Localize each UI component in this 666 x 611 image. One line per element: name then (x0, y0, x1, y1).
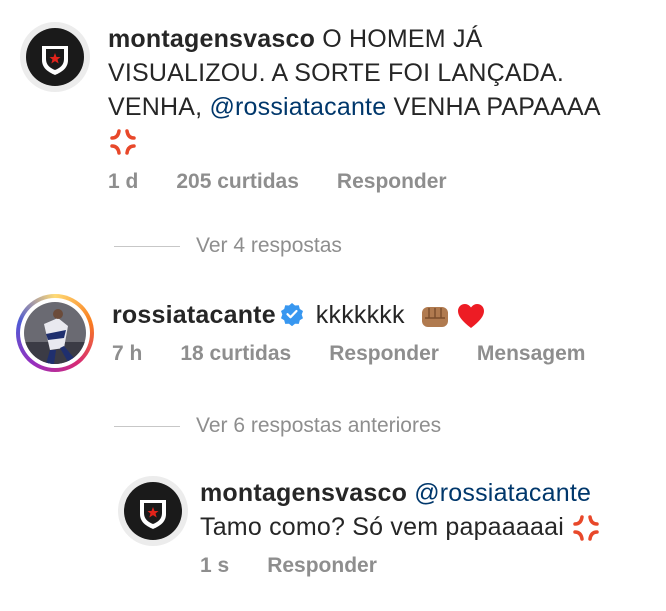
player-photo-icon (24, 302, 86, 364)
vasco-logo-icon (26, 28, 84, 86)
thread-divider (114, 425, 180, 427)
thread-divider (114, 245, 180, 247)
comment-text: rossiatacante kkkkkkk (112, 298, 632, 332)
comment-meta: 1 s Responder (200, 554, 640, 578)
reply-button[interactable]: Responder (267, 554, 377, 578)
message-button[interactable]: Mensagem (477, 342, 586, 366)
mention-link[interactable]: @rossiatacante (414, 479, 591, 507)
avatar[interactable] (20, 22, 90, 92)
reply-item: montagensvasco @rossiatacante Tamo como?… (118, 476, 640, 578)
anger-symbol-icon (573, 515, 599, 542)
comment-time: 7 h (112, 342, 143, 365)
comment-text: montagensvasco @rossiatacante Tamo como?… (200, 476, 640, 544)
mention-link[interactable]: @rossiatacante (209, 93, 386, 121)
avatar[interactable] (16, 294, 94, 372)
reply-button[interactable]: Responder (329, 342, 439, 366)
verified-badge-icon (280, 303, 303, 326)
comment-username[interactable]: montagensvasco (200, 479, 407, 507)
red-heart-icon (458, 304, 485, 329)
comment-item: montagensvasco O HOMEM JÁ VISUALIZOU. A … (20, 22, 618, 194)
comment-meta: 1 d 205 curtidas Responder (108, 170, 618, 194)
likes-count[interactable]: 205 curtidas (176, 170, 299, 194)
view-replies-button[interactable]: Ver 4 respostas (114, 234, 342, 258)
comment-username[interactable]: rossiatacante (112, 301, 276, 329)
comment-time: 1 d (108, 170, 139, 193)
view-previous-replies-button[interactable]: Ver 6 respostas anteriores (114, 414, 441, 438)
reply-button[interactable]: Responder (337, 170, 447, 194)
comment-text: montagensvasco O HOMEM JÁ VISUALIZOU. A … (108, 22, 618, 158)
anger-symbol-icon (110, 129, 136, 156)
likes-count[interactable]: 18 curtidas (180, 342, 291, 366)
comment-username[interactable]: montagensvasco (108, 25, 315, 53)
comment-item: rossiatacante kkkkkkk 7 h 18 curtidas Re… (16, 294, 632, 372)
comment-time: 1 s (200, 554, 230, 577)
avatar[interactable] (118, 476, 188, 546)
comment-meta: 7 h 18 curtidas Responder Mensagem (112, 342, 632, 366)
vasco-logo-icon (124, 482, 182, 540)
fist-bump-icon (421, 307, 448, 328)
